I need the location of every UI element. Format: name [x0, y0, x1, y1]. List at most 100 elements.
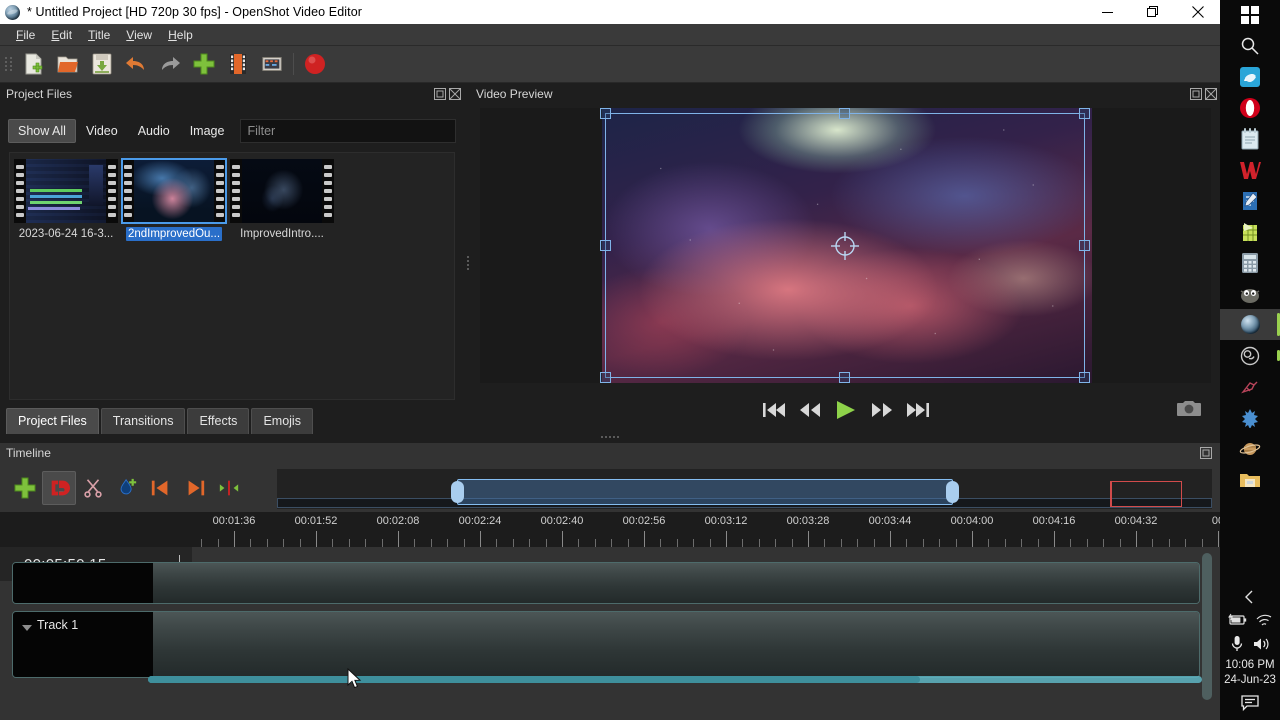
obs-studio-icon[interactable] [1220, 340, 1280, 371]
wps-spreadsheet-icon[interactable] [1220, 216, 1280, 247]
timeline-zoom-slider[interactable] [277, 469, 1212, 509]
speaker-icon[interactable] [1252, 636, 1270, 657]
video-preview-stage[interactable] [480, 108, 1211, 383]
tab-effects[interactable]: Effects [187, 408, 250, 434]
zoom-slider-left-handle[interactable] [451, 481, 464, 503]
calculator-icon[interactable] [1220, 247, 1280, 278]
center-on-playhead-icon[interactable] [212, 471, 246, 505]
tray-row-2 [1220, 634, 1280, 658]
ruler-tick-minor [1201, 539, 1203, 547]
skip-backward-icon[interactable] [756, 393, 792, 427]
undo-arrow-icon[interactable] [119, 49, 153, 80]
float-panel-icon[interactable] [1190, 88, 1202, 100]
project-files-panel: Project Files Show All Video Audio Image [0, 84, 464, 406]
notification-icon[interactable] [1220, 688, 1280, 718]
horizontal-splitter-handle[interactable] [590, 433, 630, 441]
ruler-tick-minor [791, 539, 793, 547]
filter-show-all-button[interactable]: Show All [8, 119, 76, 143]
filter-search-input[interactable] [240, 119, 456, 143]
zoom-slider-right-handle[interactable] [946, 481, 959, 503]
red-app-icon[interactable] [1220, 371, 1280, 402]
close-panel-icon[interactable] [449, 88, 461, 100]
microphone-icon[interactable] [1230, 635, 1244, 658]
ruler-label: 00:01:36 [212, 515, 256, 527]
add-marker-button[interactable] [110, 471, 144, 505]
timeline-vertical-scrollbar[interactable] [1202, 553, 1212, 700]
play-icon[interactable] [828, 393, 864, 427]
float-panel-icon[interactable] [1200, 447, 1212, 459]
float-panel-icon[interactable] [434, 88, 446, 100]
tab-project-files[interactable]: Project Files [6, 408, 99, 434]
tab-transitions[interactable]: Transitions [100, 408, 186, 434]
razor-tool-button[interactable] [76, 471, 110, 505]
track-header[interactable] [13, 563, 153, 603]
search-icon[interactable] [1220, 30, 1280, 61]
track-clip-area[interactable] [153, 612, 1199, 677]
toolbar-grip[interactable] [4, 52, 13, 76]
timeline-track-1[interactable]: Track 1 [12, 611, 1200, 678]
menu-edit[interactable]: Edit [43, 26, 80, 44]
openshot-button[interactable] [1220, 309, 1280, 340]
scrollbar-thumb[interactable] [148, 676, 920, 683]
scrollbar-thumb[interactable] [1202, 553, 1212, 700]
folder-icon[interactable] [1220, 464, 1280, 495]
new-file-icon[interactable] [17, 49, 51, 80]
track-clip-area[interactable] [153, 563, 1199, 603]
camera-icon[interactable] [1175, 396, 1203, 420]
minimize-icon[interactable] [1085, 0, 1130, 24]
project-files-list[interactable]: 2023-06-24 16-3... 2ndImprovedOu... Impr… [9, 152, 455, 400]
planet-icon[interactable] [1220, 433, 1280, 464]
edge-browser-icon[interactable] [1220, 61, 1280, 92]
export-film-icon[interactable] [255, 49, 289, 80]
ruler-tick-major [398, 531, 399, 547]
wps-office-icon[interactable] [1220, 154, 1280, 185]
plus-icon[interactable] [187, 49, 221, 80]
tab-emojis[interactable]: Emojis [251, 408, 313, 434]
list-item[interactable]: ImprovedIntro.... [230, 159, 334, 241]
rewind-icon[interactable] [792, 393, 828, 427]
zoom-slider-selection[interactable] [451, 479, 959, 505]
wps-writer-icon[interactable] [1220, 185, 1280, 216]
skip-forward-icon[interactable] [900, 393, 936, 427]
wifi-icon[interactable] [1255, 613, 1273, 632]
record-circle-icon[interactable] [298, 49, 332, 80]
timeline-ruler[interactable]: 00:01:36 00:01:52 00:02:08 00:02:24 00:02:40… [0, 512, 1220, 547]
menu-view[interactable]: View [118, 26, 160, 44]
filter-audio-button[interactable]: Audio [128, 119, 180, 143]
previous-marker-button[interactable] [144, 471, 178, 505]
menu-help[interactable]: Help [160, 26, 201, 44]
filter-image-button[interactable]: Image [180, 119, 235, 143]
ruler-label: 00 [1211, 515, 1220, 527]
timeline-horizontal-scrollbar[interactable] [148, 676, 1202, 683]
notepad-icon[interactable] [1220, 123, 1280, 154]
next-marker-button[interactable] [178, 471, 212, 505]
ruler-tick-minor [939, 539, 941, 547]
add-track-button[interactable] [8, 471, 42, 505]
chevron-left-icon[interactable] [1220, 584, 1280, 610]
menu-file[interactable]: File [8, 26, 43, 44]
list-item[interactable]: 2023-06-24 16-3... [14, 159, 118, 241]
track-header[interactable]: Track 1 [13, 612, 153, 677]
filmstrip-icon[interactable] [221, 49, 255, 80]
gimp-icon[interactable] [1220, 278, 1280, 309]
list-item[interactable]: 2ndImprovedOu... [121, 158, 227, 241]
battery-charging-icon[interactable] [1227, 613, 1247, 632]
filter-video-button[interactable]: Video [76, 119, 128, 143]
restore-icon[interactable] [1130, 0, 1175, 24]
fast-forward-icon[interactable] [864, 393, 900, 427]
save-disk-icon[interactable] [85, 49, 119, 80]
menu-title[interactable]: Title [80, 26, 118, 44]
snapping-toggle-button[interactable] [42, 471, 76, 505]
clock[interactable]: 10:06 PM 24-Jun-23 [1224, 658, 1276, 688]
chevron-down-icon[interactable] [21, 620, 33, 638]
timeline-track-top[interactable] [12, 562, 1200, 604]
ruler-label: 00:02:08 [376, 515, 420, 527]
ruler-tick-minor [496, 539, 498, 547]
blue-app-icon[interactable] [1220, 402, 1280, 433]
close-icon[interactable] [1175, 0, 1220, 24]
opera-browser-icon[interactable] [1220, 92, 1280, 123]
open-folder-icon[interactable] [51, 49, 85, 80]
close-panel-icon[interactable] [1205, 88, 1217, 100]
redo-arrow-icon[interactable] [153, 49, 187, 80]
windows-logo-icon[interactable] [1220, 0, 1280, 30]
